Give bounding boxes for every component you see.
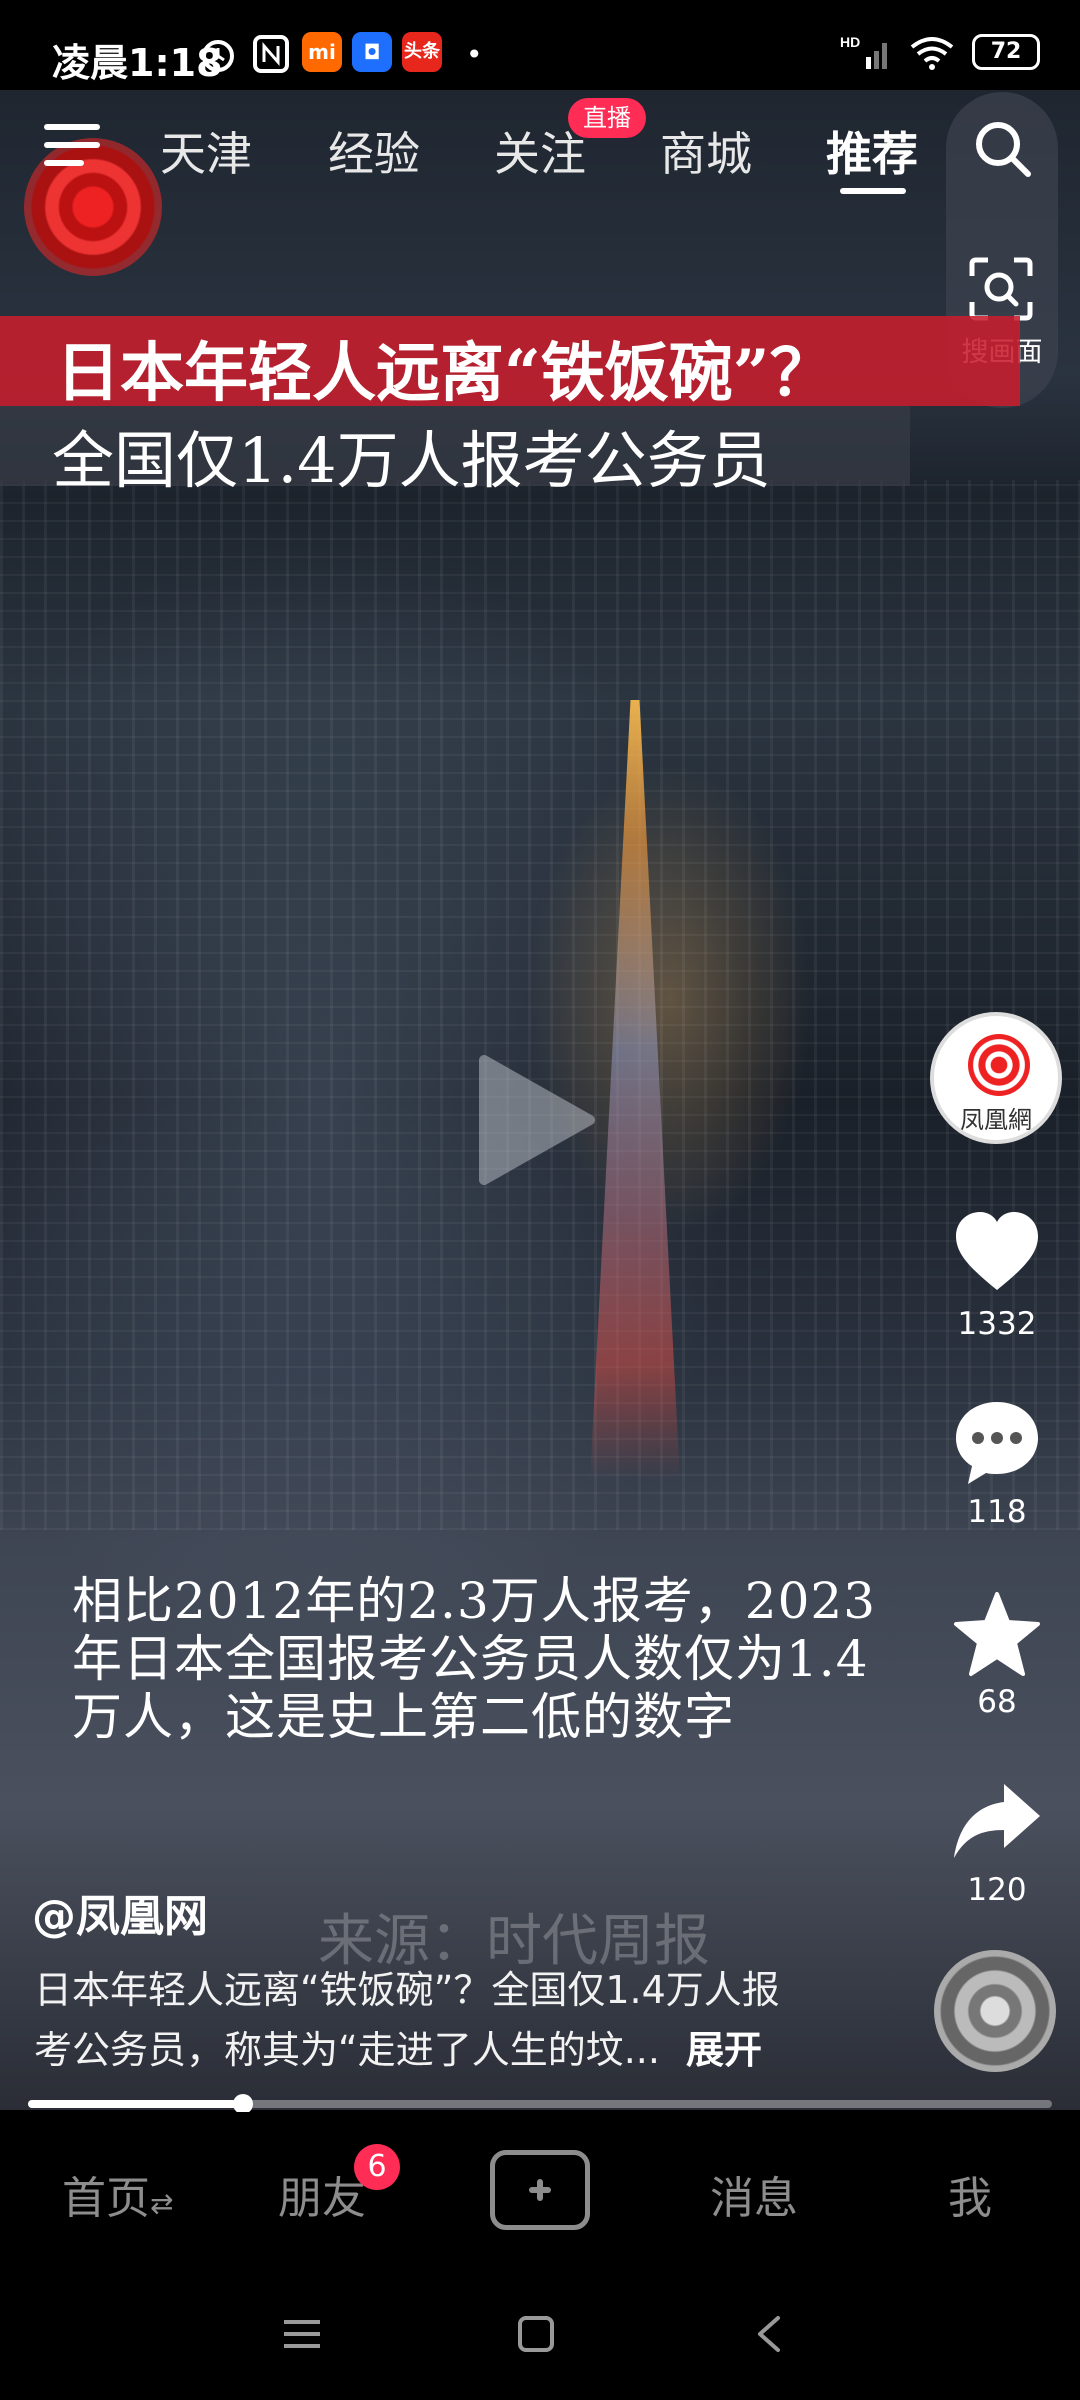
tab-recommend[interactable]: 推荐 bbox=[826, 118, 918, 184]
status-right: HD 72 bbox=[840, 32, 1040, 72]
tab-experience[interactable]: 经验 bbox=[328, 118, 420, 184]
nav-messages[interactable]: 消息 bbox=[710, 2162, 798, 2226]
ifeng-avatar-logo bbox=[968, 1034, 1030, 1096]
video-subheadline: 全国仅1.4万人报考公务员 bbox=[52, 424, 771, 497]
video-caption: 相比2012年的2.3万人报考，2023 年日本全国报考公务员人数仅为1.4 万… bbox=[72, 1572, 1012, 1746]
like-heart-icon[interactable] bbox=[950, 1206, 1044, 1300]
video-frame-city bbox=[0, 480, 1080, 1530]
app-icon: ◘ bbox=[352, 32, 392, 72]
comment-icon[interactable] bbox=[950, 1396, 1044, 1490]
video-progress-handle[interactable] bbox=[233, 2094, 253, 2114]
author-handle[interactable]: @凤凰网 bbox=[32, 1880, 208, 1944]
like-count: 1332 bbox=[957, 1306, 1037, 1342]
alarm-icon bbox=[202, 40, 234, 72]
description-line: 考公务员，称其为“走进了人生的坟... 展开 bbox=[34, 2028, 762, 2072]
menu-icon[interactable] bbox=[44, 124, 104, 170]
tab-mall[interactable]: 商城 bbox=[660, 118, 752, 184]
dot-icon: • bbox=[466, 38, 483, 71]
wifi-icon bbox=[910, 37, 954, 70]
comment-count: 118 bbox=[967, 1494, 1027, 1530]
home-icon[interactable] bbox=[514, 2312, 558, 2356]
back-icon[interactable] bbox=[748, 2312, 792, 2356]
description-line: 日本年轻人远离“铁饭碗”？全国仅1.4万人报 bbox=[34, 1968, 780, 2012]
avatar-name: 凤凰網 bbox=[960, 1106, 1032, 1134]
nfc-icon bbox=[253, 35, 289, 73]
nav-home[interactable]: 首页⇄ bbox=[62, 2162, 173, 2226]
status-time: 凌晨1:18 bbox=[52, 41, 223, 85]
swap-icon: ⇄ bbox=[150, 2187, 174, 2220]
recent-apps-icon[interactable] bbox=[280, 2312, 324, 2356]
battery-indicator: 72 bbox=[972, 34, 1040, 70]
nav-friends[interactable]: 朋友 bbox=[278, 2162, 366, 2226]
friends-badge: 6 bbox=[354, 2144, 400, 2190]
favorite-count: 68 bbox=[977, 1684, 1017, 1720]
share-count: 120 bbox=[967, 1872, 1027, 1908]
search-icon[interactable] bbox=[972, 118, 1034, 180]
author-avatar[interactable]: 凤凰網 bbox=[930, 1012, 1062, 1144]
live-badge[interactable]: 直播 bbox=[568, 98, 646, 138]
svg-text:HD: HD bbox=[840, 34, 860, 50]
video-headline: 日本年轻人远离“铁饭碗”？ bbox=[56, 336, 834, 411]
caption-line: 万人，这是史上第二低的数字 bbox=[72, 1688, 735, 1746]
expand-button[interactable]: 展开 bbox=[686, 2028, 762, 2072]
share-arrow-icon[interactable] bbox=[950, 1774, 1044, 1868]
caption-line: 年日本全国报考公务员人数仅为1.4 bbox=[72, 1630, 869, 1688]
scan-image-icon[interactable] bbox=[968, 256, 1034, 322]
signal-icon: HD bbox=[840, 34, 887, 69]
favorite-star-icon[interactable] bbox=[950, 1588, 1044, 1682]
toutiao-icon: 头条 bbox=[402, 32, 442, 72]
tab-tianjin[interactable]: 天津 bbox=[160, 118, 252, 184]
caption-line: 相比2012年的2.3万人报考，2023 bbox=[72, 1572, 877, 1630]
music-disc-icon[interactable] bbox=[934, 1950, 1056, 2072]
mi-icon: mi bbox=[302, 32, 342, 72]
create-post-button[interactable] bbox=[490, 2150, 590, 2230]
post-description[interactable]: 日本年轻人远离“铁饭碗”？全国仅1.4万人报 考公务员，称其为“走进了人生的坟.… bbox=[34, 1960, 824, 2080]
nav-me[interactable]: 我 bbox=[948, 2162, 992, 2226]
active-tab-indicator bbox=[840, 188, 906, 194]
play-icon[interactable] bbox=[470, 1050, 600, 1190]
video-progress-fill bbox=[28, 2100, 243, 2108]
